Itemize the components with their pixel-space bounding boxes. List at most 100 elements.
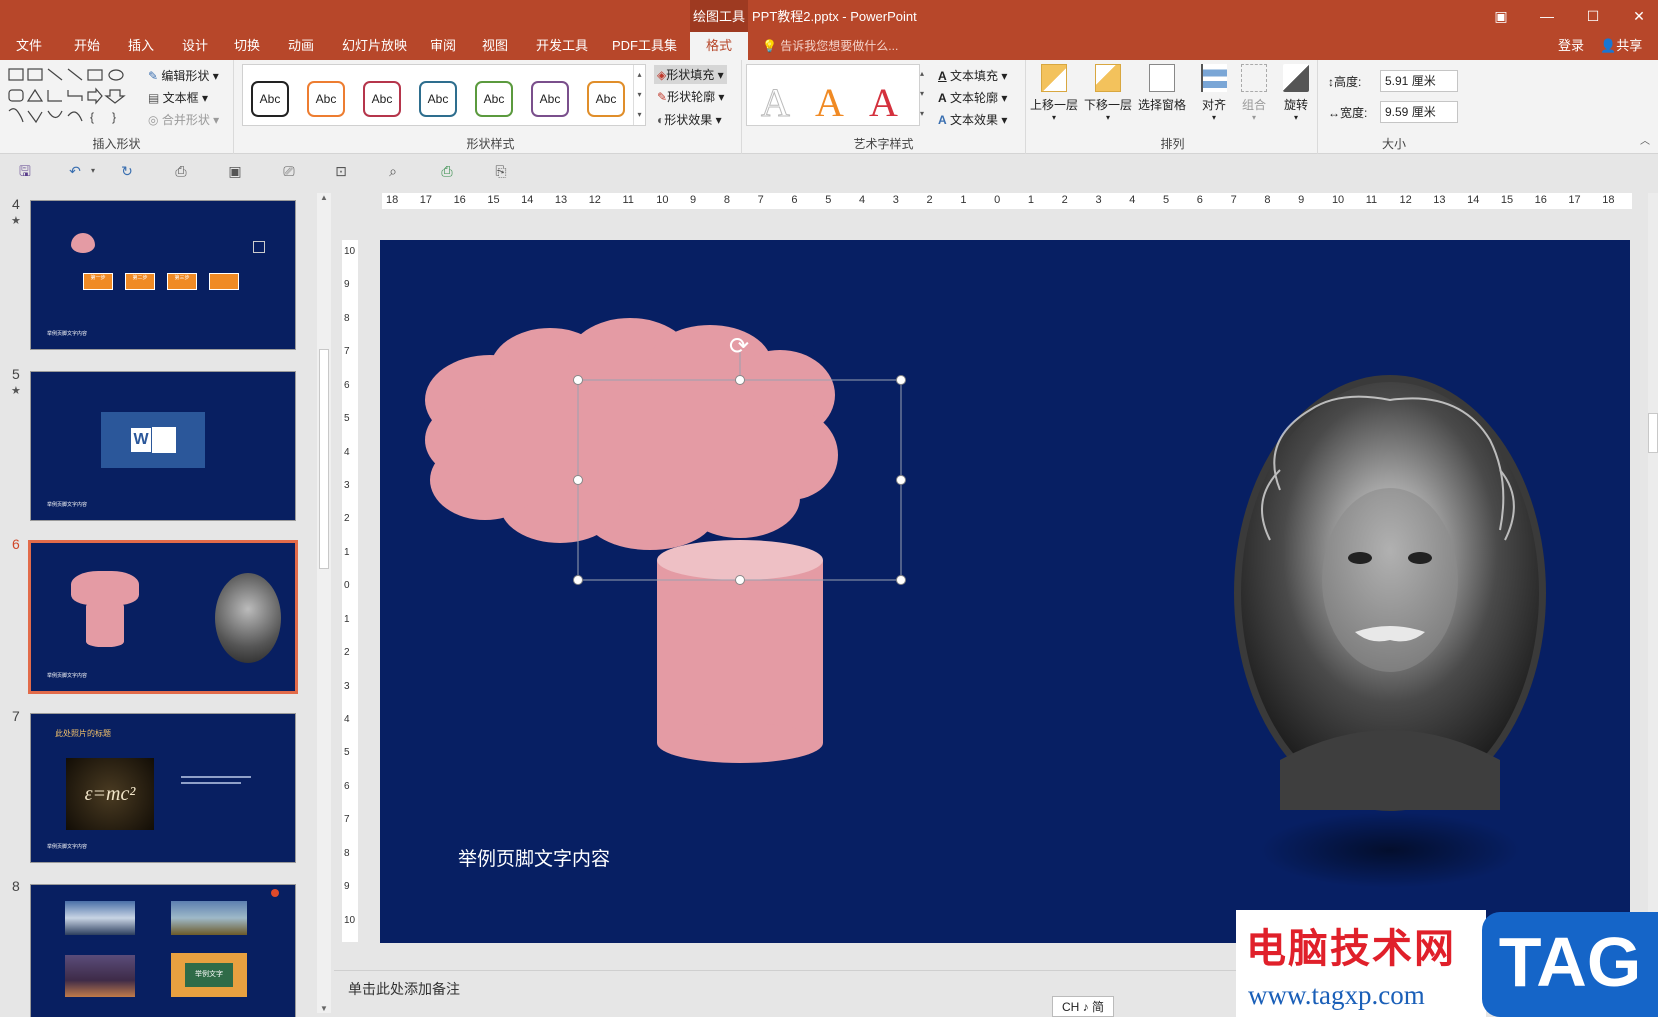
tell-me-search[interactable]: 💡 告诉我您想要做什么... (762, 32, 898, 60)
resize-handle[interactable] (735, 375, 745, 385)
tab-review[interactable]: 审阅 (422, 32, 464, 60)
text-effects-button[interactable]: A 文本效果 ▾ (938, 111, 1007, 128)
align-label: 对齐 (1201, 98, 1226, 112)
undo-icon[interactable]: ↶ (66, 163, 84, 179)
tab-animations[interactable]: 动画 (280, 32, 322, 60)
ribbon-tabs: 文件 开始 插入 设计 切换 动画 幻灯片放映 审阅 视图 开发工具 PDF工具… (0, 32, 1658, 60)
tab-developer[interactable]: 开发工具 (528, 32, 596, 60)
resize-handle[interactable] (896, 375, 906, 385)
slide-thumbnail-4[interactable]: 第一步 第二步 第三步 举例页脚文字内容 (30, 200, 296, 350)
collapse-ribbon-icon[interactable]: ︿ (1640, 132, 1650, 147)
shape-outline-button[interactable]: ✎形状轮廓 ▾ (657, 88, 724, 105)
send-backward-button[interactable]: 下移一层 ▾ (1082, 64, 1134, 122)
tab-insert[interactable]: 插入 (120, 32, 162, 60)
new-slide-icon[interactable]: ⎙ (172, 163, 190, 179)
close-button[interactable]: ✕ (1616, 0, 1658, 32)
ime-indicator[interactable]: CH ♪ 简 (1052, 996, 1114, 1017)
ruler-tick-label: 7 (344, 814, 350, 826)
selection-pane-button[interactable]: 选择窗格 (1136, 64, 1188, 113)
cloud-shape[interactable] (425, 318, 838, 550)
text-fill-button[interactable]: A 文本填充 ▾ (938, 67, 1007, 84)
shape-style-sample[interactable]: Abc (307, 81, 345, 117)
resize-handle[interactable] (573, 575, 583, 585)
slide-thumbnail-5[interactable]: W 举例页脚文字内容 (30, 371, 296, 521)
svg-text:}: } (112, 110, 116, 124)
slide-thumbnail-8[interactable]: 举例文字 (30, 884, 296, 1017)
rotate-handle-icon[interactable]: ⟳ (729, 333, 749, 360)
shapes-gallery[interactable]: {} (6, 66, 140, 126)
wordart-group: A A A ▴ ▾ ▾ A 文本填充 ▾ A 文本轮廓 ▾ A 文本效果 ▾ 艺术字… (742, 60, 1026, 154)
resize-handle[interactable] (896, 575, 906, 585)
height-input[interactable]: 5.91 厘米 (1380, 70, 1458, 92)
wordart-gallery-scroll[interactable]: ▴ ▾ ▾ (920, 64, 930, 126)
print-icon[interactable]: ⎙ (438, 163, 456, 179)
tab-format[interactable]: 格式 (690, 32, 748, 60)
thumbnail-scrollbar[interactable]: ▲ ▼ (317, 193, 331, 1013)
shape-style-sample[interactable]: Abc (587, 81, 625, 117)
shape-style-sample[interactable]: Abc (363, 81, 401, 117)
shape-style-sample[interactable]: Abc (251, 81, 289, 117)
wordart-sample[interactable]: A (761, 80, 791, 125)
shape-style-sample[interactable]: Abc (419, 81, 457, 117)
shape-effects-button[interactable]: ◐形状效果 ▾ (657, 111, 722, 128)
bring-forward-button[interactable]: 上移一层 ▾ (1028, 64, 1080, 122)
maximize-button[interactable]: ☐ (1570, 0, 1616, 32)
save-icon[interactable]: 🖫 (16, 163, 34, 179)
slide-scrollbar[interactable] (1648, 193, 1658, 963)
shape-fill-button[interactable]: ◈形状填充 ▾ (654, 65, 727, 84)
edit-shape-label: 编辑形状 (161, 69, 210, 83)
shape-style-sample[interactable]: Abc (475, 81, 513, 117)
share-button[interactable]: 👤共享 (1600, 32, 1642, 60)
arrange-group-label: 排列 (1160, 137, 1185, 151)
shape-style-sample[interactable]: Abc (531, 81, 569, 117)
undo-dropdown-icon[interactable]: ▾ (84, 163, 102, 179)
wordart-sample[interactable]: A (869, 81, 898, 125)
redo-icon[interactable]: ↻ (118, 163, 136, 179)
export-icon[interactable]: ⎘ (492, 163, 510, 179)
merge-shapes-button[interactable]: ◎ 合并形状 ▾ (148, 111, 219, 128)
layout-icon[interactable]: ▣ (226, 163, 244, 179)
text-box-button[interactable]: ▤ 文本框 ▾ (148, 89, 208, 106)
slideshow-icon[interactable]: ⎚ (280, 163, 298, 179)
gallery-scroll[interactable]: ▴ ▾ ▾ (633, 65, 645, 125)
tab-pdf-tools[interactable]: PDF工具集 (604, 32, 685, 60)
ruler-tick-label: 8 (344, 312, 350, 324)
rotate-button[interactable]: 旋转 ▾ (1270, 64, 1322, 122)
width-input[interactable]: 9.59 厘米 (1380, 101, 1458, 123)
shape-fill-label: 形状填充 (666, 68, 715, 82)
tab-file[interactable]: 文件 (8, 32, 50, 60)
watermark-tag-logo: TAG (1482, 912, 1658, 1017)
tab-design[interactable]: 设计 (174, 32, 216, 60)
slide-thumbnail-7[interactable]: 此处照片的标题 ε=mc² 举例页脚文字内容 (30, 713, 296, 863)
tab-home[interactable]: 开始 (66, 32, 108, 60)
tab-view[interactable]: 视图 (474, 32, 516, 60)
slide-thumbnail-6[interactable]: 举例页脚文字内容 (28, 540, 298, 694)
sign-in-link[interactable]: 登录 (1558, 32, 1584, 60)
text-fill-icon: A (938, 69, 947, 83)
slide-footer-text[interactable]: 举例页脚文字内容 (458, 844, 610, 871)
tab-transitions[interactable]: 切换 (226, 32, 268, 60)
resize-handle[interactable] (573, 375, 583, 385)
scroll-up-icon[interactable]: ▲ (320, 193, 328, 202)
tell-me-text: 告诉我您想要做什么... (780, 39, 899, 53)
thumb-step: 第二步 (125, 273, 155, 290)
ruler-tick-label: 2 (344, 647, 350, 659)
resize-handle[interactable] (735, 575, 745, 585)
slide-scrollbar-thumb[interactable] (1648, 413, 1658, 453)
cylinder-shape[interactable] (657, 540, 823, 763)
ruler-tick-label: 17 (1568, 194, 1581, 206)
present-icon[interactable]: ⊡ (332, 163, 350, 179)
wordart-sample[interactable]: A (815, 81, 844, 125)
tab-slideshow[interactable]: 幻灯片放映 (334, 32, 415, 60)
edit-shape-button[interactable]: ✎ 编辑形状 ▾ (148, 67, 219, 84)
scroll-down-icon[interactable]: ▼ (320, 1004, 328, 1013)
minimize-button[interactable]: — (1524, 0, 1570, 32)
scrollbar-thumb[interactable] (319, 349, 329, 569)
resize-handle[interactable] (573, 475, 583, 485)
preview-icon[interactable]: ⌕ (384, 163, 402, 179)
ruler-tick-label: 5 (344, 747, 350, 759)
text-outline-button[interactable]: A 文本轮廓 ▾ (938, 89, 1007, 106)
resize-handle[interactable] (896, 475, 906, 485)
ribbon-display-options-button[interactable]: ▣ (1478, 0, 1524, 32)
svg-text:{: { (90, 110, 94, 124)
